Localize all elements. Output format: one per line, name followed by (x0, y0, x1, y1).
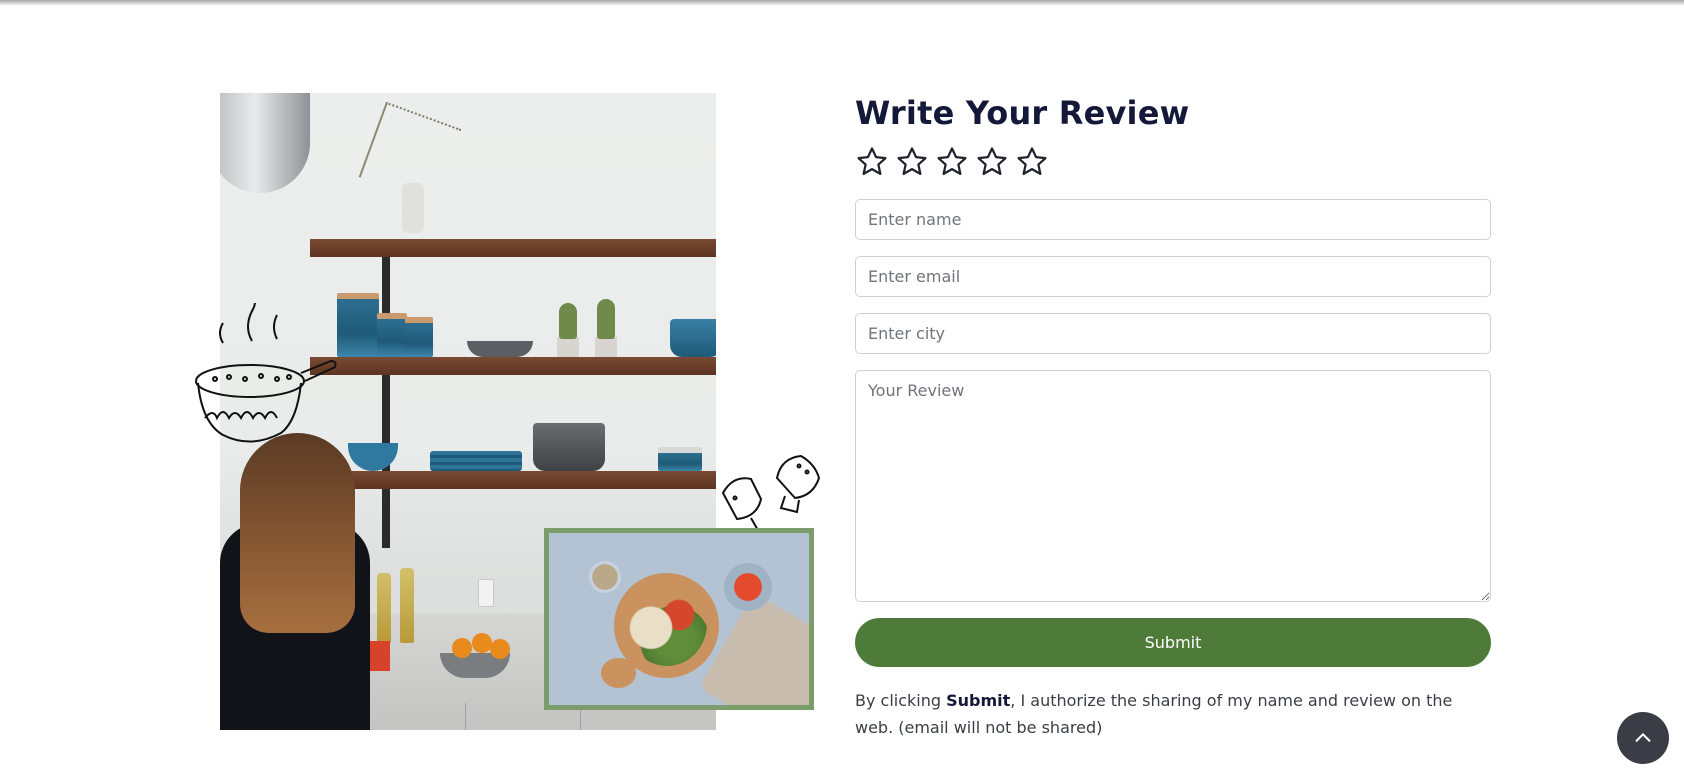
shelf-bracket (382, 253, 390, 548)
oil-bottle (377, 573, 391, 643)
review-collage-image (195, 93, 831, 730)
blue-plates (430, 451, 522, 471)
salt-shaker-doodle-icon (721, 454, 821, 538)
food-bowl-photo (544, 528, 814, 710)
hair (240, 433, 355, 633)
orange (490, 639, 510, 659)
orange (472, 633, 492, 653)
star-2-icon[interactable] (895, 145, 929, 179)
vase (402, 183, 424, 233)
city-input[interactable] (855, 313, 1491, 354)
shelf (310, 357, 716, 375)
grey-bowl (467, 341, 533, 357)
shelf (310, 471, 716, 489)
header-shadow (0, 0, 1684, 6)
blue-dutch-oven (670, 319, 716, 357)
blue-dish (658, 447, 702, 471)
tomato-bowl (724, 563, 772, 611)
cactus (597, 299, 615, 339)
cooking-pot-doodle-icon (195, 303, 337, 443)
star-1-icon[interactable] (855, 145, 889, 179)
cabinet-line (465, 703, 466, 730)
chevron-up-icon (1635, 733, 1651, 742)
cactus (559, 303, 577, 339)
submit-button[interactable]: Submit (855, 618, 1491, 667)
name-input[interactable] (855, 199, 1491, 240)
consent-disclaimer: By clicking Submit, I authorize the shar… (855, 687, 1491, 741)
planter (557, 337, 579, 357)
salad-bowl (627, 581, 707, 666)
star-4-icon[interactable] (975, 145, 1009, 179)
star-3-icon[interactable] (935, 145, 969, 179)
wall-outlet (478, 579, 494, 607)
back-to-top-button[interactable] (1617, 712, 1669, 764)
shelf (310, 239, 716, 257)
grey-dutch-oven (533, 423, 605, 471)
review-title: Write Your Review (855, 94, 1190, 132)
star-rating (855, 145, 1491, 181)
range-hood (220, 93, 310, 193)
oil-bottle (400, 568, 414, 643)
planter (595, 337, 617, 357)
disclaimer-prefix: By clicking (855, 691, 947, 710)
disclaimer-bold: Submit (946, 691, 1011, 710)
email-input[interactable] (855, 256, 1491, 297)
nut-bowl (589, 561, 621, 593)
orange (452, 638, 472, 658)
review-form: Write Your Review Submit By clicking Sub… (855, 93, 1491, 741)
woman-cooking (220, 433, 370, 730)
blue-canister (377, 313, 407, 357)
review-textarea[interactable] (855, 370, 1491, 602)
star-5-icon[interactable] (1015, 145, 1049, 179)
blue-canister (405, 317, 433, 357)
